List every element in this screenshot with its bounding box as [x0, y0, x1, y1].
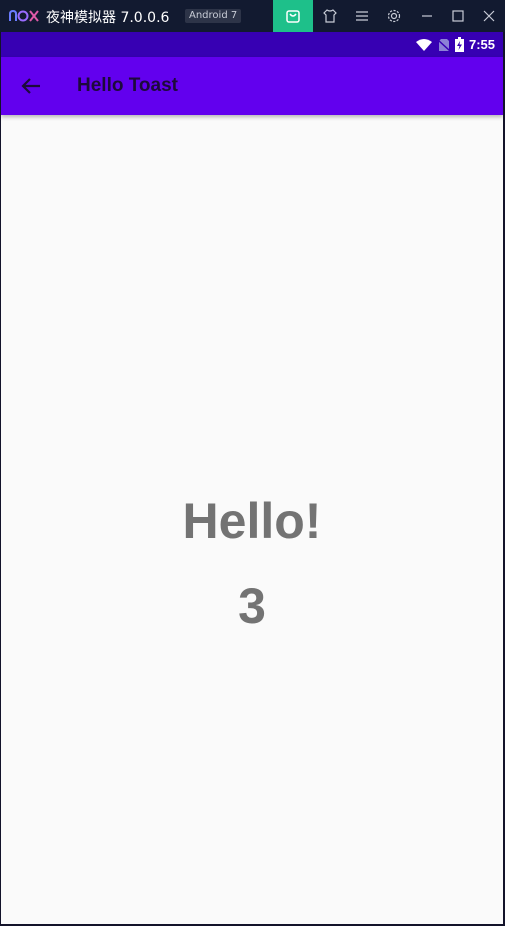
maximize-icon [452, 10, 464, 22]
arrow-back-icon [21, 78, 40, 94]
emulator-title: 夜神模拟器 7.0.0.6 [46, 10, 170, 26]
page-title: Hello Toast [77, 75, 178, 96]
close-button[interactable] [472, 0, 505, 32]
back-button[interactable] [15, 70, 47, 102]
menu-button[interactable] [345, 0, 379, 32]
menu-icon [356, 11, 368, 21]
wifi-icon [415, 38, 432, 51]
minimize-icon [422, 15, 432, 17]
theme-button[interactable] [313, 0, 347, 32]
close-icon [483, 10, 495, 22]
android-screen: 7:55 Hello Toast Hello! 3 [1, 32, 503, 924]
settings-button[interactable] [377, 0, 411, 32]
nox-logo-icon [9, 9, 39, 22]
no-sim-icon [437, 38, 450, 52]
android-version-badge: Android 7 [185, 9, 242, 23]
store-icon [286, 10, 300, 23]
status-bar: 7:55 [1, 32, 503, 57]
emulator-window: 夜神模拟器 7.0.0.6 Android 7 7:55 Hello Toast… [0, 0, 505, 926]
shirt-icon [323, 9, 337, 23]
maximize-button[interactable] [441, 0, 475, 32]
status-time: 7:55 [468, 37, 495, 52]
battery-charging-icon [454, 37, 464, 52]
hello-text: Hello! [182, 493, 322, 549]
main-content: Hello! 3 [1, 115, 503, 924]
store-button[interactable] [273, 0, 313, 32]
status-icons: 7:55 [415, 36, 495, 53]
count-text: 3 [238, 578, 266, 634]
minimize-button[interactable] [410, 0, 444, 32]
gear-icon [387, 9, 401, 23]
app-bar: Hello Toast [1, 57, 503, 115]
emulator-title-bar: 夜神模拟器 7.0.0.6 Android 7 [0, 0, 505, 32]
